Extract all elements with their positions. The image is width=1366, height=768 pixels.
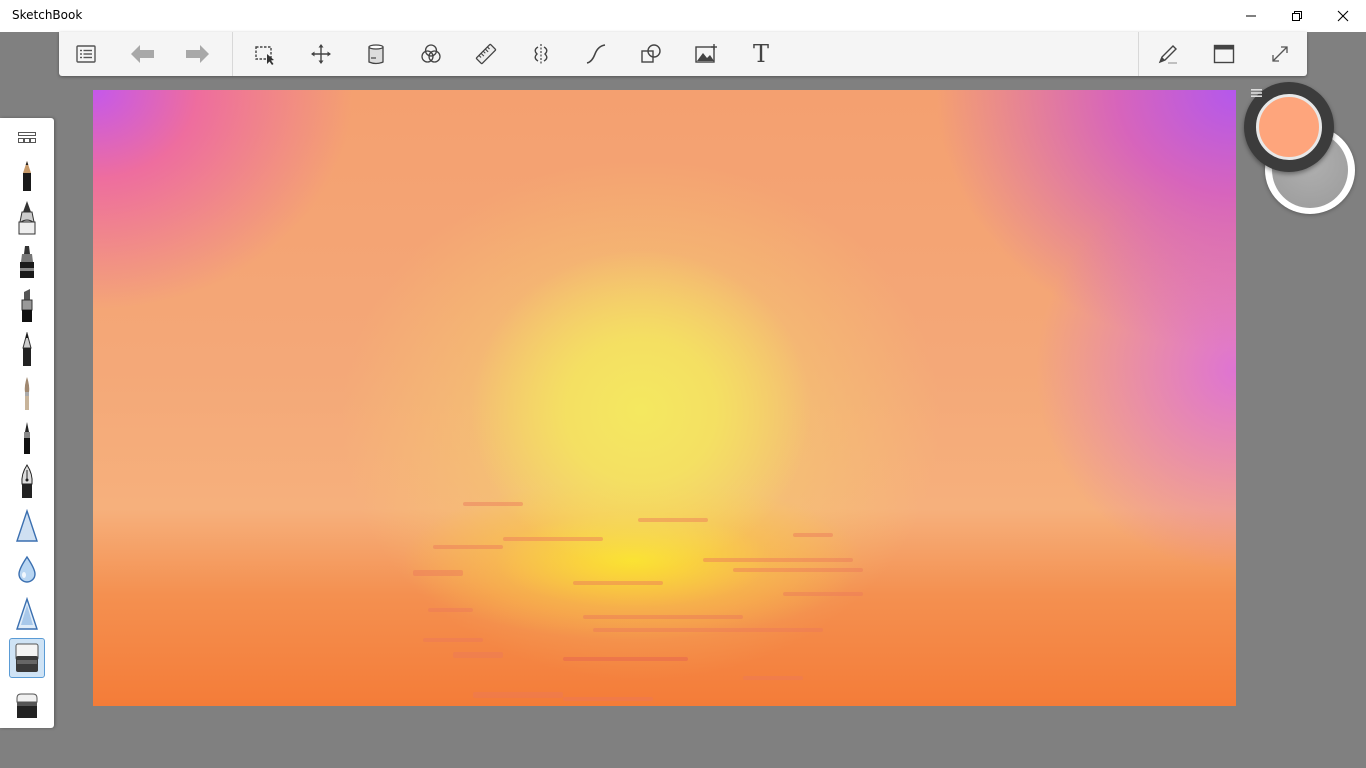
curve-icon [586, 44, 606, 64]
water-reflection [423, 638, 483, 642]
window-icon [1213, 44, 1235, 64]
minimize-icon [1246, 15, 1256, 17]
redo-button[interactable] [176, 32, 220, 76]
toolbar-divider [232, 32, 233, 76]
soft-cone-icon [16, 597, 38, 630]
brush-soft-cone[interactable] [9, 594, 45, 634]
symmetry-tool-button[interactable] [519, 32, 563, 76]
brush-palette [0, 118, 54, 728]
list-icon [76, 45, 96, 63]
symmetry-icon [534, 44, 548, 64]
water-reflection [583, 615, 743, 619]
water-reflection [733, 568, 863, 572]
menu-button[interactable] [64, 32, 108, 76]
fullscreen-icon [1272, 46, 1288, 62]
ink-pen-icon [18, 201, 36, 235]
brush-paint-brush[interactable] [9, 374, 45, 414]
toolbar-divider [1138, 32, 1139, 76]
brush-properties-button[interactable] [1146, 32, 1190, 76]
ruler-tool-button[interactable] [464, 32, 508, 76]
water-reflection [703, 558, 853, 562]
water-reflection [743, 676, 803, 680]
title-bar: SketchBook [0, 0, 1366, 32]
water-reflection [793, 533, 833, 537]
close-icon [1337, 10, 1349, 22]
restore-button[interactable] [1274, 0, 1320, 32]
minimize-button[interactable] [1228, 0, 1274, 32]
select-tool-button[interactable] [243, 32, 287, 76]
water-reflection [428, 608, 473, 612]
chisel-marker-icon [21, 289, 33, 322]
water-reflection [638, 518, 708, 522]
marker-icon [20, 246, 34, 278]
import-image-button[interactable] [684, 32, 728, 76]
primary-color-swatch [1256, 94, 1322, 160]
brush-ballpoint[interactable] [9, 418, 45, 458]
undo-button[interactable] [120, 32, 164, 76]
fountain-pen-icon [21, 464, 33, 498]
water-reflection [563, 697, 653, 701]
color-editor-button[interactable] [409, 32, 453, 76]
ruler-icon [475, 43, 497, 65]
brush-pencil[interactable] [9, 156, 45, 196]
transform-tool-button[interactable] [299, 32, 343, 76]
fine-pen-icon [22, 332, 32, 366]
color-blend-icon [421, 44, 441, 63]
eraser-soft-icon [15, 643, 39, 672]
window-toggle-button[interactable] [1202, 32, 1246, 76]
water-reflection [453, 652, 503, 658]
brush-eraser-soft[interactable] [9, 638, 45, 678]
brush-ink-pen[interactable] [9, 198, 45, 238]
brush-fountain-pen[interactable] [9, 462, 45, 502]
text-icon: T [752, 40, 769, 68]
app-title: SketchBook [12, 8, 83, 22]
brush-library-button[interactable] [9, 118, 45, 158]
select-icon [255, 46, 274, 65]
text-tool-button[interactable]: T [739, 32, 783, 76]
layer-tool-button[interactable] [354, 32, 398, 76]
brush-eraser-hard[interactable] [9, 686, 45, 726]
move-transform-icon [311, 44, 331, 64]
pencil-icon [23, 161, 31, 191]
paint-brush-icon [24, 377, 30, 410]
water-reflection [503, 537, 603, 541]
main-toolbar: T [59, 32, 1307, 76]
water-reflection [783, 592, 863, 596]
airbrush-icon [16, 509, 38, 542]
undo-icon [131, 45, 154, 63]
brush-chisel-marker[interactable] [9, 286, 45, 326]
image-icon [695, 44, 717, 63]
water-drop-icon [18, 555, 36, 583]
brush-library-icon [18, 132, 36, 143]
water-reflection [573, 581, 663, 585]
shape-tool-button[interactable] [629, 32, 673, 76]
water-reflection [593, 628, 823, 632]
water-reflection [563, 657, 688, 661]
drawing-canvas[interactable] [93, 90, 1236, 706]
water-reflection [433, 545, 503, 549]
eraser-hard-icon [16, 693, 38, 718]
brush-marker[interactable] [9, 242, 45, 282]
puck-menu-icon[interactable] [1251, 88, 1262, 98]
redo-icon [186, 45, 209, 63]
close-button[interactable] [1320, 0, 1366, 32]
brush-water-drop[interactable] [9, 550, 45, 590]
ballpoint-icon [24, 422, 30, 454]
layer-icon [368, 44, 384, 65]
curve-tool-button[interactable] [574, 32, 618, 76]
water-reflection [413, 570, 463, 576]
shape-icon [641, 44, 661, 63]
water-reflection [463, 502, 523, 506]
brush-airbrush[interactable] [9, 506, 45, 546]
brush-fine-pen[interactable] [9, 330, 45, 370]
brush-properties-icon [1158, 45, 1177, 64]
fullscreen-button[interactable] [1258, 32, 1302, 76]
restore-icon [1292, 11, 1302, 21]
water-reflection [473, 692, 563, 698]
